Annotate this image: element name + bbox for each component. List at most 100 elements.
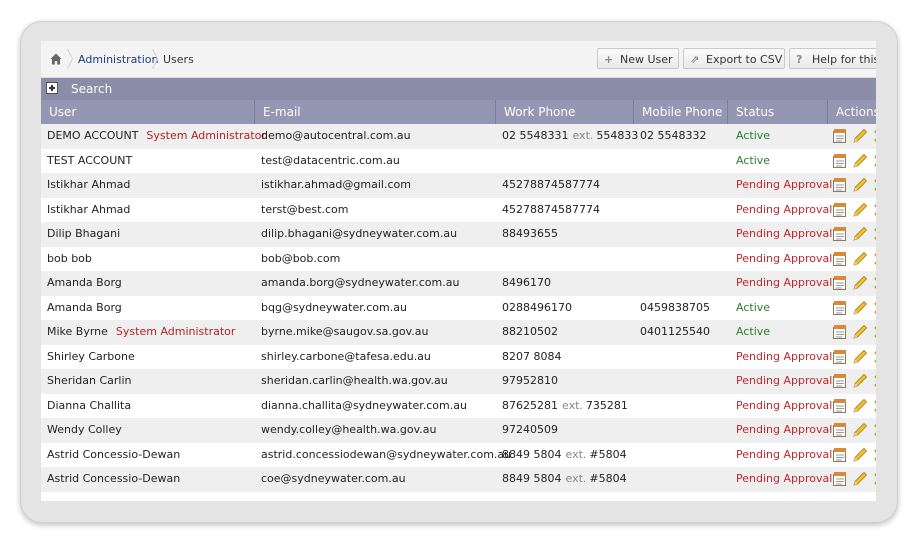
search-toggle[interactable]: Search [71, 82, 112, 96]
delete-icon[interactable] [872, 202, 876, 218]
user-name[interactable]: DEMO ACCOUNT System Administrator [47, 129, 266, 142]
delete-icon[interactable] [872, 226, 876, 242]
expand-search-icon[interactable] [46, 82, 58, 94]
home-icon[interactable] [50, 53, 62, 65]
row-actions [832, 422, 876, 438]
delete-icon[interactable] [872, 128, 876, 144]
table-row[interactable]: Shirley Carbone shirley.carbone@tafesa.ed… [41, 345, 876, 370]
column-header-status[interactable]: Status [728, 100, 828, 124]
edit-pencil-icon[interactable] [852, 324, 868, 340]
table-row[interactable]: bob bob bob@bob.com Pending Approval [41, 247, 876, 272]
user-name[interactable]: Astrid Concessio-Dewan [47, 448, 180, 461]
user-name[interactable]: Mike Byrne System Administrator [47, 325, 235, 338]
edit-pencil-icon[interactable] [852, 226, 868, 242]
table-row[interactable]: Dilip Bhagani dilip.bhagani@sydneywater.c… [41, 222, 876, 247]
table-row[interactable]: Mike Byrne System Administrator byrne.mike… [41, 320, 876, 345]
view-details-icon[interactable] [832, 471, 848, 487]
delete-icon[interactable] [872, 373, 876, 389]
view-details-icon[interactable] [832, 422, 848, 438]
edit-pencil-icon[interactable] [852, 275, 868, 291]
user-name[interactable]: Amanda Borg [47, 276, 122, 289]
edit-pencil-icon[interactable] [852, 447, 868, 463]
export-csv-button[interactable]: ⇗ Export to CSV [683, 48, 785, 69]
edit-pencil-icon[interactable] [852, 398, 868, 414]
edit-pencil-icon[interactable] [852, 300, 868, 316]
user-name[interactable]: Istikhar Ahmad [47, 178, 130, 191]
table-row[interactable]: Istikhar Ahmad terst@best.com 452788745877… [41, 198, 876, 223]
export-icon: ⇗ [690, 53, 700, 66]
delete-icon[interactable] [872, 300, 876, 316]
work-phone: 0288496170 [502, 300, 572, 314]
user-name[interactable]: TEST ACCOUNT [47, 154, 132, 167]
delete-icon[interactable] [872, 153, 876, 169]
user-name[interactable]: Shirley Carbone [47, 350, 135, 363]
user-name[interactable]: Sheridan Carlin [47, 374, 132, 387]
delete-icon[interactable] [872, 251, 876, 267]
breadcrumb-administration[interactable]: Administration [78, 53, 159, 66]
view-details-icon[interactable] [832, 128, 848, 144]
row-actions [832, 324, 876, 340]
user-email: dilip.bhagani@sydneywater.com.au [261, 227, 458, 240]
view-details-icon[interactable] [832, 275, 848, 291]
view-details-icon[interactable] [832, 226, 848, 242]
edit-pencil-icon[interactable] [852, 471, 868, 487]
column-header-email[interactable]: E-mail [255, 100, 496, 124]
column-header-work-phone[interactable]: Work Phone [496, 100, 634, 124]
edit-pencil-icon[interactable] [852, 128, 868, 144]
new-user-button[interactable]: + New User [597, 48, 679, 69]
edit-pencil-icon[interactable] [852, 373, 868, 389]
table-row[interactable]: Astrid Concessio-Dewan astrid.concessiode… [41, 443, 876, 468]
table-row[interactable]: Dianna Challita dianna.challita@sydneywat… [41, 394, 876, 419]
table-row[interactable]: Wendy Colley wendy.colley@health.wa.gov.a… [41, 418, 876, 443]
view-details-icon[interactable] [832, 324, 848, 340]
user-name[interactable]: Amanda Borg [47, 301, 122, 314]
work-phone: 8496170 [502, 276, 551, 289]
view-details-icon[interactable] [832, 447, 848, 463]
delete-icon[interactable] [872, 471, 876, 487]
table-row[interactable]: Sheridan Carlin sheridan.carlin@health.wa… [41, 369, 876, 394]
edit-pencil-icon[interactable] [852, 202, 868, 218]
view-details-icon[interactable] [832, 349, 848, 365]
delete-icon[interactable] [872, 275, 876, 291]
status-badge: Active [736, 325, 771, 338]
delete-icon[interactable] [872, 447, 876, 463]
edit-pencil-icon[interactable] [852, 153, 868, 169]
delete-icon[interactable] [872, 177, 876, 193]
user-name[interactable]: Wendy Colley [47, 423, 122, 436]
table-header: User E-mail Work Phone Mobile Phone Stat… [41, 100, 876, 124]
help-button[interactable]: ? Help for this page [789, 48, 876, 69]
view-details-icon[interactable] [832, 300, 848, 316]
user-name[interactable]: Dianna Challita [47, 399, 131, 412]
user-name[interactable]: Astrid Concessio-Dewan [47, 472, 180, 485]
table-row[interactable] [41, 492, 876, 502]
view-details-icon[interactable] [832, 177, 848, 193]
delete-icon[interactable] [872, 398, 876, 414]
table-row[interactable]: Istikhar Ahmad istikhar.ahmad@gmail.com 45… [41, 173, 876, 198]
view-details-icon[interactable] [832, 398, 848, 414]
user-name[interactable]: Istikhar Ahmad [47, 203, 130, 216]
user-email: istikhar.ahmad@gmail.com [261, 178, 411, 191]
table-row[interactable]: Astrid Concessio-Dewan coe@sydneywater.co… [41, 467, 876, 492]
edit-pencil-icon[interactable] [852, 349, 868, 365]
table-row[interactable]: Amanda Borg amanda.borg@sydneywater.com.a… [41, 271, 876, 296]
status-badge: Pending Approval [736, 251, 833, 265]
user-name[interactable]: Dilip Bhagani [47, 227, 120, 240]
edit-pencil-icon[interactable] [852, 422, 868, 438]
edit-pencil-icon[interactable] [852, 251, 868, 267]
user-email: sheridan.carlin@health.wa.gov.au [261, 374, 448, 387]
view-details-icon[interactable] [832, 373, 848, 389]
user-name[interactable]: bob bob [47, 252, 92, 265]
delete-icon[interactable] [872, 324, 876, 340]
status-badge: Pending Approval [736, 349, 833, 363]
table-row[interactable]: Amanda Borg bqg@sydneywater.com.au 0288496… [41, 296, 876, 321]
view-details-icon[interactable] [832, 202, 848, 218]
delete-icon[interactable] [872, 422, 876, 438]
table-row[interactable]: DEMO ACCOUNT System Administrator demo@aut… [41, 124, 876, 149]
column-header-mobile-phone[interactable]: Mobile Phone [634, 100, 728, 124]
column-header-user[interactable]: User [41, 100, 255, 124]
view-details-icon[interactable] [832, 251, 848, 267]
view-details-icon[interactable] [832, 153, 848, 169]
edit-pencil-icon[interactable] [852, 177, 868, 193]
table-row[interactable]: TEST ACCOUNT test@datacentric.com.au Activ… [41, 149, 876, 174]
delete-icon[interactable] [872, 349, 876, 365]
